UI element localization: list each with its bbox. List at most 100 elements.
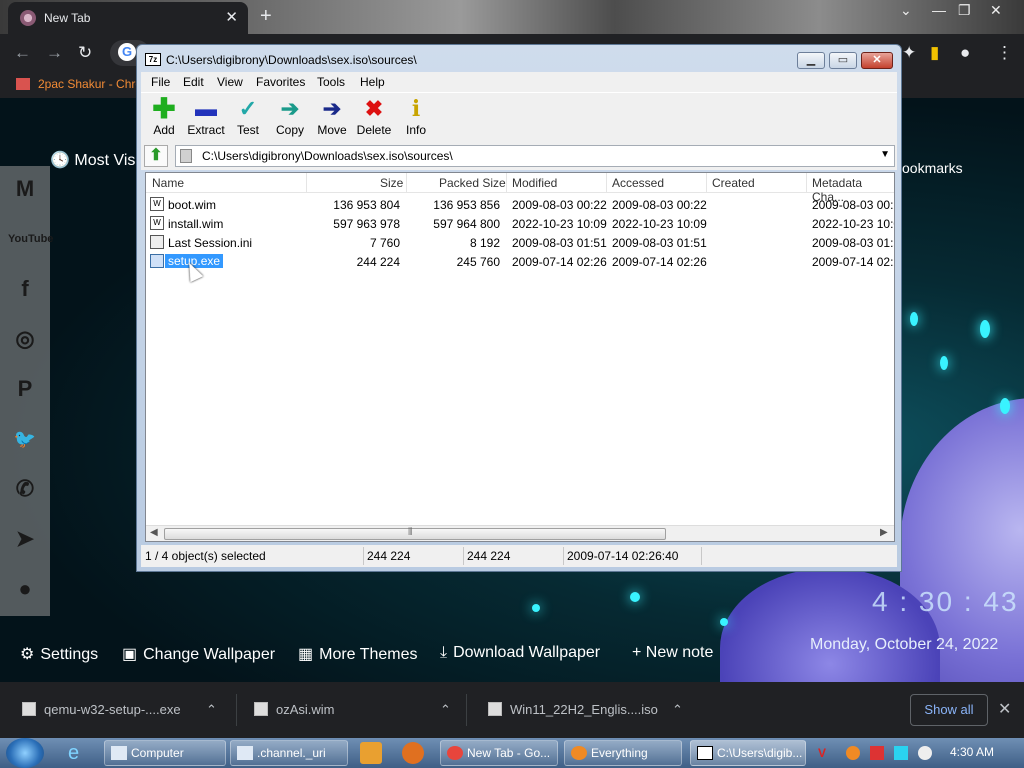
app-icon[interactable] bbox=[402, 742, 424, 764]
change-wallpaper-link[interactable]: ▣ Change Wallpaper bbox=[122, 644, 275, 664]
scroll-left-icon[interactable]: ◀ bbox=[150, 527, 158, 538]
instagram-icon[interactable]: ◎ bbox=[8, 322, 42, 356]
menu-tools[interactable]: Tools bbox=[317, 75, 345, 89]
close-icon[interactable]: ✕ bbox=[998, 699, 1011, 719]
menu-help[interactable]: Help bbox=[360, 75, 385, 89]
taskbar-label: .channel._uri bbox=[257, 746, 326, 760]
file-row[interactable]: W install.wim 597 963 978 597 964 800 20… bbox=[146, 214, 894, 233]
more-themes-link[interactable]: ▦ More Themes bbox=[298, 644, 418, 664]
ie-icon[interactable]: e bbox=[68, 742, 90, 764]
wallpaper-glow bbox=[720, 618, 728, 626]
restore-icon[interactable]: ❐ bbox=[958, 2, 971, 19]
column-divider[interactable] bbox=[406, 173, 407, 193]
gmail-icon[interactable]: M bbox=[8, 172, 42, 206]
column-divider[interactable] bbox=[806, 173, 807, 193]
file-row-selected[interactable]: setup.exe 244 224 245 760 2009-07-14 02:… bbox=[146, 252, 894, 271]
column-divider[interactable] bbox=[306, 173, 307, 193]
bookmark-extension-icon[interactable]: ▮ bbox=[930, 43, 939, 63]
download-icon: ⤓ bbox=[440, 644, 448, 661]
info-button[interactable]: i Info bbox=[395, 95, 437, 141]
menu-icon[interactable]: ⋮ bbox=[996, 43, 1013, 63]
add-button[interactable]: ✚ Add bbox=[143, 95, 185, 141]
download-item[interactable]: qemu-w32-setup-....exe ⌃ bbox=[22, 702, 217, 717]
menu-favorites[interactable]: Favorites bbox=[256, 75, 305, 89]
chevron-down-icon[interactable]: ⌄ bbox=[900, 2, 912, 19]
taskbar-button-channel[interactable]: .channel._uri bbox=[230, 740, 348, 766]
pinterest-icon[interactable]: P bbox=[8, 372, 42, 406]
most-visited-heading[interactable]: 🕓 Most Visi bbox=[50, 150, 139, 170]
chevron-up-icon[interactable]: ⌃ bbox=[206, 702, 217, 718]
menu-view[interactable]: View bbox=[217, 75, 243, 89]
menu-file[interactable]: File bbox=[151, 75, 170, 89]
twitter-icon[interactable]: 🐦 bbox=[8, 422, 42, 456]
new-tab-button[interactable]: + bbox=[260, 5, 272, 28]
move-label: Move bbox=[317, 123, 347, 137]
reload-icon[interactable]: ↻ bbox=[78, 43, 92, 63]
tray-clock[interactable]: 4:30 AM bbox=[950, 745, 994, 759]
menu-edit[interactable]: Edit bbox=[183, 75, 204, 89]
network-icon[interactable] bbox=[894, 746, 908, 760]
column-packed-size[interactable]: Packed Size bbox=[439, 176, 506, 190]
telegram-icon[interactable]: ➤ bbox=[8, 522, 42, 556]
download-item[interactable]: Win11_22H2_Englis....iso ⌃ bbox=[488, 702, 683, 717]
close-button[interactable]: ✕ bbox=[861, 52, 893, 69]
delete-button[interactable]: ✖ Delete bbox=[353, 95, 395, 141]
start-button[interactable] bbox=[6, 738, 44, 768]
download-item[interactable]: ozAsi.wim ⌃ bbox=[254, 702, 451, 717]
forward-icon[interactable]: → bbox=[46, 43, 63, 63]
volume-icon[interactable] bbox=[918, 746, 932, 760]
column-name[interactable]: Name bbox=[152, 176, 184, 190]
bookmarks-link[interactable]: ookmarks bbox=[902, 160, 963, 176]
extract-button[interactable]: ▬ Extract bbox=[185, 95, 227, 141]
whatsapp-icon[interactable]: ✆ bbox=[8, 472, 42, 506]
taskbar-button-everything[interactable]: Everything bbox=[564, 740, 682, 766]
file-name: Last Session.ini bbox=[168, 236, 253, 250]
move-button[interactable]: ➔ Move bbox=[311, 95, 353, 141]
minimize-icon[interactable]: — bbox=[932, 2, 946, 18]
up-folder-button[interactable]: ⬆ bbox=[144, 145, 168, 167]
close-icon[interactable]: ✕ bbox=[990, 2, 1002, 19]
tab-close-icon[interactable]: ✕ bbox=[225, 8, 238, 26]
bookmark-item[interactable]: 2pac Shakur - Chro bbox=[16, 77, 142, 91]
column-divider[interactable] bbox=[706, 173, 707, 193]
scrollbar-thumb[interactable] bbox=[164, 528, 666, 540]
path-combobox[interactable]: C:\Users\digibrony\Downloads\sex.iso\sou… bbox=[175, 145, 895, 167]
taskbar-button-chrome[interactable]: New Tab - Go... bbox=[440, 740, 558, 766]
vivaldi-icon[interactable]: V bbox=[818, 746, 832, 760]
profile-icon[interactable]: ● bbox=[960, 43, 970, 63]
new-note-link[interactable]: + New note bbox=[632, 644, 713, 662]
tab-new-tab[interactable]: New Tab ✕ bbox=[8, 2, 248, 34]
maximize-button[interactable]: ▭ bbox=[829, 52, 857, 69]
taskbar-button-computer[interactable]: Computer bbox=[104, 740, 226, 766]
reddit-icon[interactable]: ● bbox=[8, 572, 42, 606]
chevron-up-icon[interactable]: ⌃ bbox=[672, 702, 683, 718]
show-all-button[interactable]: Show all bbox=[910, 694, 988, 726]
copy-button[interactable]: ➔ Copy bbox=[269, 95, 311, 141]
extension-icon[interactable]: ✦ bbox=[902, 43, 916, 63]
chevron-up-icon[interactable]: ⌃ bbox=[440, 702, 451, 718]
column-modified[interactable]: Modified bbox=[512, 176, 557, 190]
back-icon[interactable]: ← bbox=[14, 43, 31, 63]
search-tray-icon[interactable] bbox=[846, 746, 860, 760]
flag-icon[interactable] bbox=[870, 746, 884, 760]
youtube-icon[interactable]: YouTube bbox=[8, 222, 53, 256]
taskbar-button-7zip[interactable]: C:\Users\digib... bbox=[690, 740, 806, 766]
horizontal-scrollbar[interactable]: ◀ ⦀ ▶ bbox=[146, 525, 894, 541]
window-titlebar[interactable]: 7z C:\Users\digibrony\Downloads\sex.iso\… bbox=[137, 45, 901, 73]
dropdown-arrow-icon[interactable]: ▼ bbox=[880, 149, 890, 160]
column-size[interactable]: Size bbox=[380, 176, 403, 190]
download-wallpaper-link[interactable]: ⤓ Download Wallpaper bbox=[440, 644, 600, 662]
test-button[interactable]: ✓ Test bbox=[227, 95, 269, 141]
facebook-icon[interactable]: f bbox=[8, 272, 42, 306]
column-accessed[interactable]: Accessed bbox=[612, 176, 664, 190]
taskbar: e Computer .channel._uri New Tab - Go...… bbox=[0, 738, 1024, 768]
column-divider[interactable] bbox=[606, 173, 607, 193]
settings-link[interactable]: ⚙ Settings bbox=[20, 644, 98, 664]
column-divider[interactable] bbox=[506, 173, 507, 193]
scroll-right-icon[interactable]: ▶ bbox=[880, 527, 888, 538]
media-player-icon[interactable] bbox=[360, 742, 382, 764]
column-created[interactable]: Created bbox=[712, 176, 755, 190]
minimize-button[interactable]: ▁ bbox=[797, 52, 825, 69]
file-row[interactable]: Last Session.ini 7 760 8 192 2009-08-03 … bbox=[146, 233, 894, 252]
file-row[interactable]: W boot.wim 136 953 804 136 953 856 2009-… bbox=[146, 195, 894, 214]
